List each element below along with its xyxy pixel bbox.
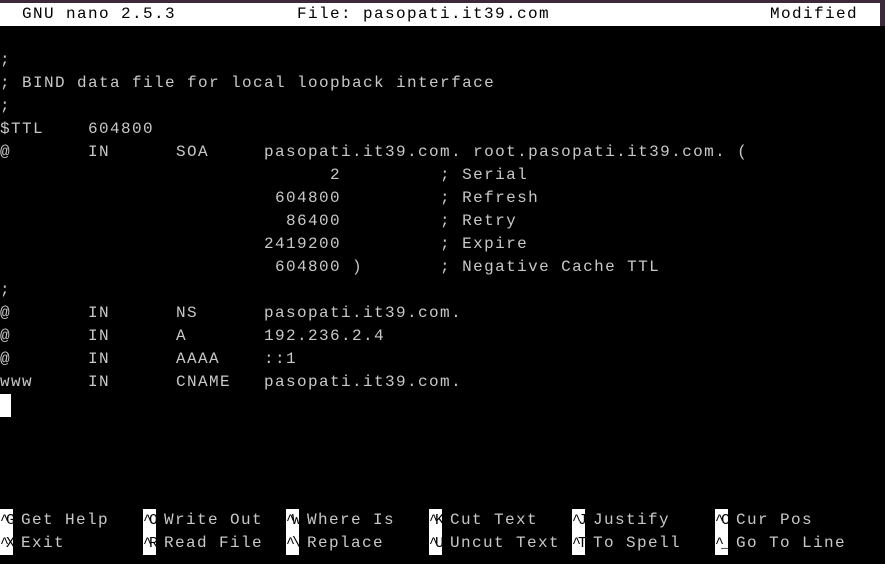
shortcut-where-is[interactable]: ^W Where Is (286, 509, 395, 532)
shortcut-label: Replace (307, 534, 385, 552)
editor-line[interactable]: 86400 ; Retry (0, 210, 517, 233)
shortcut-key: ^J (572, 509, 585, 532)
shortcut-label: Where Is (307, 511, 396, 529)
shortcut-key: ^W (286, 509, 299, 532)
editor-line[interactable]: ; (0, 95, 11, 118)
app-version: GNU nano 2.5.3 (22, 5, 177, 23)
shortcut-exit[interactable]: ^X Exit (0, 532, 65, 555)
editor-line[interactable]: ; (0, 279, 11, 302)
text-cursor (0, 394, 11, 417)
shortcut-label: Cur Pos (736, 511, 814, 529)
editor-line[interactable]: www IN CNAME pasopati.it39.com. (0, 371, 462, 394)
editor-line[interactable]: @ IN SOA pasopati.it39.com. root.pasopat… (0, 141, 748, 164)
shortcut-justify[interactable]: ^J Justify (572, 509, 670, 532)
editor-line[interactable]: $TTL 604800 (0, 118, 154, 141)
shortcut-key: ^K (429, 509, 442, 532)
shortcut-label: Write Out (164, 511, 264, 529)
shortcut-label: Read File (164, 534, 264, 552)
shortcut-label: Go To Line (736, 534, 847, 552)
editor-line[interactable]: 2419200 ; Expire (0, 233, 528, 256)
shortcut-label: Justify (593, 511, 671, 529)
shortcut-get-help[interactable]: ^G Get Help (0, 509, 109, 532)
shortcut-key: ^X (0, 532, 13, 555)
shortcut-uncut-text[interactable]: ^U Uncut Text (429, 532, 560, 555)
shortcut-key: ^U (429, 532, 442, 555)
editor-line[interactable]: @ IN NS pasopati.it39.com. (0, 302, 462, 325)
editor-line[interactable]: @ IN A 192.236.2.4 (0, 325, 385, 348)
shortcut-key: ^\ (286, 532, 299, 555)
editor-line[interactable]: ; BIND data file for local loopback inte… (0, 72, 495, 95)
nano-title-bar: GNU nano 2.5.3 File: pasopati.it39.com M… (0, 3, 880, 26)
shortcut-go-to-line[interactable]: ^_ Go To Line (715, 532, 846, 555)
shortcut-label: Cut Text (450, 511, 539, 529)
editor-line[interactable]: 604800 ; Refresh (0, 187, 539, 210)
editor-line[interactable]: 2 ; Serial (0, 164, 528, 187)
shortcut-key: ^C (715, 509, 728, 532)
shortcut-key: ^_ (715, 532, 728, 555)
window-edge (880, 3, 885, 26)
shortcut-replace[interactable]: ^\ Replace (286, 532, 384, 555)
editor-line[interactable]: ; (0, 49, 11, 72)
shortcut-to-spell[interactable]: ^T To Spell (572, 532, 681, 555)
shortcut-label: To Spell (593, 534, 682, 552)
modified-status: Modified (770, 5, 859, 23)
shortcut-cur-pos[interactable]: ^C Cur Pos (715, 509, 813, 532)
shortcut-label: Uncut Text (450, 534, 561, 552)
shortcut-label: Exit (21, 534, 66, 552)
shortcut-read-file[interactable]: ^R Read File (143, 532, 263, 555)
editor-line[interactable]: @ IN AAAA ::1 (0, 348, 297, 371)
editor-line[interactable]: 604800 ) ; Negative Cache TTL (0, 256, 660, 279)
shortcut-key: ^R (143, 532, 156, 555)
shortcut-write-out[interactable]: ^O Write Out (143, 509, 263, 532)
shortcut-key: ^O (143, 509, 156, 532)
file-name: File: pasopati.it39.com (297, 5, 551, 23)
shortcut-key: ^G (0, 509, 13, 532)
shortcut-cut-text[interactable]: ^K Cut Text (429, 509, 538, 532)
shortcut-key: ^T (572, 532, 585, 555)
shortcut-label: Get Help (21, 511, 110, 529)
